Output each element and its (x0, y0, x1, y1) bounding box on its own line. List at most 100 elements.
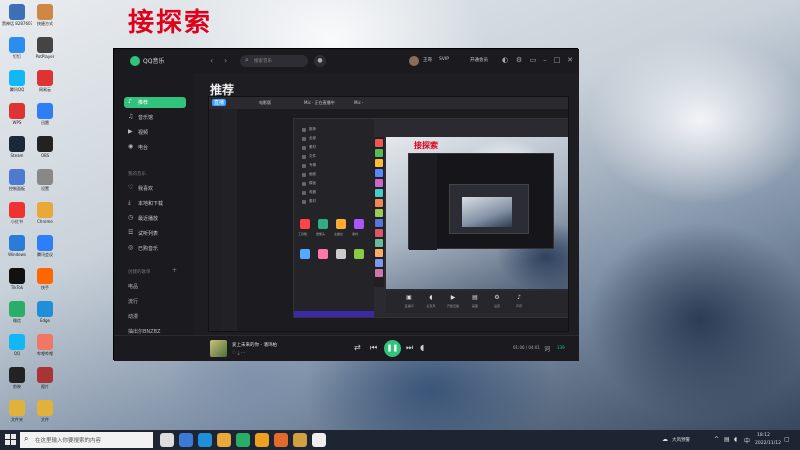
thumbnail[interactable] (375, 219, 383, 227)
windows-start-icon[interactable] (5, 434, 17, 446)
list-item[interactable]: 画面 (302, 172, 366, 178)
playlist-item[interactable]: 流行 (128, 298, 138, 305)
control-icon[interactable]: ▣ (404, 294, 414, 301)
thumbnail[interactable] (375, 149, 383, 157)
list-item[interactable]: 收藏 (302, 190, 366, 196)
desktop-icon[interactable]: 钉钉 (2, 37, 32, 69)
mini-mode-icon[interactable]: ▭ (528, 56, 538, 64)
thumbnail[interactable] (375, 229, 383, 237)
thumbnail[interactable] (375, 239, 383, 247)
sidebar-item-my-music[interactable]: ♡ 我喜欢 (124, 183, 186, 194)
thumbnail[interactable] (375, 179, 383, 187)
playlist-item[interactable]: 电品 (128, 283, 138, 290)
desktop-icon[interactable]: 黑神话 8287607 (2, 4, 32, 36)
control-icon[interactable]: ♪ (514, 294, 524, 301)
tool-icon[interactable] (336, 219, 346, 229)
desktop-icon[interactable]: 控制面板 (2, 169, 32, 201)
playlist-count[interactable]: 139 (557, 345, 565, 350)
settings-icon[interactable]: ⚙ (514, 56, 524, 64)
desktop-icon[interactable]: Chrome (30, 202, 60, 234)
sidebar-item-music-hall[interactable]: ♫ 音乐馆 (124, 112, 186, 123)
taskbar-app-icon[interactable] (312, 433, 326, 447)
list-item[interactable]: 专辑 (302, 163, 366, 169)
desktop-icon[interactable]: 小红书 (2, 202, 32, 234)
desktop-icon[interactable]: Windows (2, 235, 32, 267)
tool-icon[interactable] (336, 249, 346, 259)
desktop-icon[interactable]: PotPlayer (30, 37, 60, 69)
control-icon[interactable]: ▶ (448, 294, 458, 301)
thumbnail[interactable] (375, 159, 383, 167)
maximize-icon[interactable]: □ (552, 56, 562, 64)
list-item[interactable]: 素材 (302, 199, 366, 205)
song-title[interactable]: 爱上未来的你 - 潘玮柏 (232, 342, 277, 348)
desktop-icon[interactable]: 网易云 (30, 70, 60, 102)
list-item[interactable]: 全部 (302, 136, 366, 142)
minimize-icon[interactable]: – (540, 56, 550, 64)
desktop-icon[interactable]: OBS (30, 136, 60, 168)
desktop-icon[interactable]: 文件 (30, 400, 60, 432)
list-item[interactable]: 推荐 (302, 127, 366, 133)
desktop-icon[interactable]: 快手 (30, 268, 60, 300)
weather-icon[interactable]: ☁ (662, 436, 668, 443)
loop-mode-icon[interactable]: ⇄ (354, 343, 361, 352)
thumbnail[interactable] (375, 199, 383, 207)
taskbar-app-icon[interactable] (255, 433, 269, 447)
speaker-icon[interactable]: ◖ (734, 436, 737, 443)
control-icon[interactable]: ▤ (470, 294, 480, 301)
notification-icon[interactable]: ▢ (784, 436, 790, 443)
thumbnail[interactable] (375, 269, 383, 277)
thumbnail[interactable] (375, 169, 383, 177)
control-icon[interactable]: ⚙ (492, 294, 502, 301)
clock-date[interactable]: 2022/11/12 (755, 441, 781, 446)
sidebar-item-video[interactable]: ▶ 视频 (124, 127, 186, 138)
desktop-icon[interactable]: TikTok (2, 268, 32, 300)
clock-time[interactable]: 18:12 (757, 433, 770, 438)
skin-icon[interactable]: ◐ (500, 56, 510, 64)
desktop-icon[interactable]: 腾讯QQ (2, 70, 32, 102)
sidebar-item-recommend[interactable]: ♪ 推荐 (124, 97, 186, 108)
taskbar-app-icon[interactable] (198, 433, 212, 447)
sidebar-item-my-music[interactable]: ◷ 最近播放 (124, 213, 186, 224)
tray-expand-icon[interactable]: ^ (714, 436, 719, 443)
tool-icon[interactable] (300, 219, 310, 229)
tool-icon[interactable] (318, 219, 328, 229)
desktop-icon[interactable]: 快捷方式 (30, 4, 60, 36)
weather-text[interactable]: 大风预警 (672, 437, 690, 443)
tool-icon[interactable] (318, 249, 328, 259)
thumbnail[interactable] (375, 139, 383, 147)
taskbar-app-icon[interactable] (160, 433, 174, 447)
sidebar-item-my-music[interactable]: ⤓ 本地和下载 (124, 198, 186, 209)
desktop-icon[interactable]: 微信 (2, 301, 32, 333)
back-arrow-icon[interactable]: ‹ (210, 56, 213, 65)
close-icon[interactable]: ✕ (565, 56, 575, 64)
taskbar-app-icon[interactable] (236, 433, 250, 447)
playlist-item[interactable]: 抽出尔BNZBZ (128, 328, 160, 335)
previous-icon[interactable]: ⏮ (370, 343, 377, 353)
forward-arrow-icon[interactable]: › (224, 56, 227, 65)
list-item[interactable]: 素材 (302, 145, 366, 151)
desktop-icon[interactable]: 腾讯会议 (30, 235, 60, 267)
taskbar-app-icon[interactable] (217, 433, 231, 447)
desktop-icon[interactable]: 哔哩哔哩 (30, 334, 60, 366)
open-vip-link[interactable]: 开通会员 (470, 57, 488, 63)
ime-icon[interactable]: 中 (744, 436, 750, 445)
desktop-icon[interactable]: 迅雷 (30, 103, 60, 135)
tool-icon[interactable] (354, 219, 364, 229)
taskbar-app-icon[interactable] (274, 433, 288, 447)
network-icon[interactable]: ▤ (724, 436, 730, 443)
lyrics-icon[interactable]: 词 (544, 344, 550, 353)
song-actions[interactable]: ♡ ⤓ ⋯ (232, 350, 245, 356)
voice-search-icon[interactable]: ● (314, 55, 326, 67)
desktop-icon[interactable]: 设置 (30, 169, 60, 201)
playlist-item[interactable]: 动漫 (128, 313, 138, 320)
desktop-icon[interactable]: WPS (2, 103, 32, 135)
next-icon[interactable]: ⏭ (406, 343, 413, 353)
desktop-icon[interactable]: Edge (30, 301, 60, 333)
tool-icon[interactable] (300, 249, 310, 259)
avatar[interactable] (409, 56, 419, 66)
tool-icon[interactable] (354, 249, 364, 259)
sidebar-item-radio[interactable]: ◉ 电台 (124, 142, 186, 153)
thumbnail[interactable] (375, 259, 383, 267)
album-cover[interactable] (210, 340, 227, 357)
add-playlist-icon[interactable]: + (172, 267, 177, 274)
